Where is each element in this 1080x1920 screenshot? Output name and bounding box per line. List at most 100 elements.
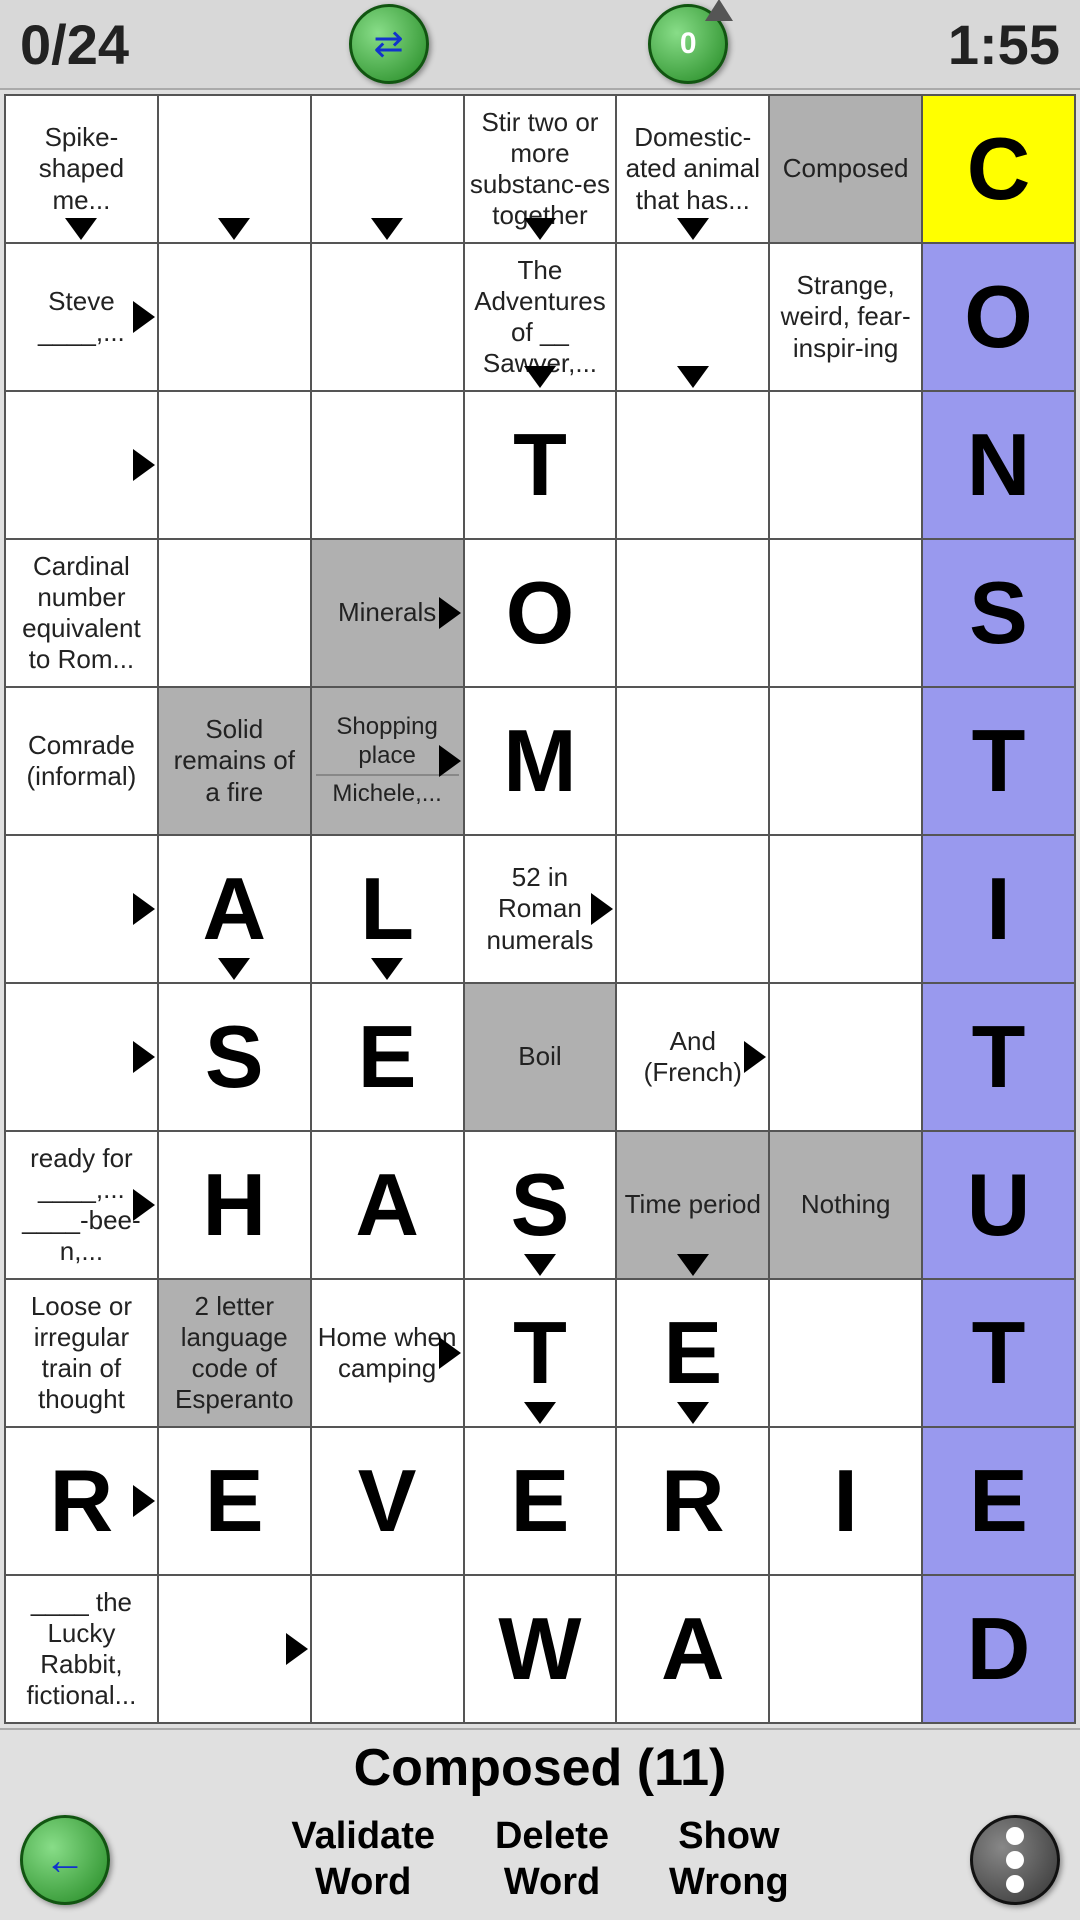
grid-cell[interactable] bbox=[311, 243, 464, 391]
grid-cell[interactable] bbox=[158, 539, 311, 687]
grid-cell[interactable] bbox=[311, 95, 464, 243]
grid-cell[interactable] bbox=[158, 95, 311, 243]
arrow-down-icon bbox=[524, 1254, 556, 1276]
grid-cell[interactable] bbox=[769, 391, 922, 539]
grid-cell[interactable]: S bbox=[464, 1131, 617, 1279]
grid-cell[interactable] bbox=[616, 687, 769, 835]
arrow-down-icon bbox=[677, 218, 709, 240]
grid-cell[interactable]: Loose or irregular train of thought bbox=[5, 1279, 158, 1427]
score-display: 0/24 bbox=[20, 12, 129, 77]
grid-cell[interactable]: Nothing bbox=[769, 1131, 922, 1279]
grid-cell[interactable]: E bbox=[464, 1427, 617, 1575]
grid-cell[interactable] bbox=[616, 539, 769, 687]
grid-cell[interactable] bbox=[311, 391, 464, 539]
arrow-right-icon bbox=[133, 1485, 155, 1517]
grid-cell[interactable]: And (French) bbox=[616, 983, 769, 1131]
grid-cell[interactable] bbox=[5, 835, 158, 983]
arrow-down-icon bbox=[524, 1402, 556, 1424]
footer: ← ValidateWord DeleteWord ShowWrong bbox=[0, 1800, 1080, 1920]
grid-cell[interactable]: Boil bbox=[464, 983, 617, 1131]
grid-cell[interactable] bbox=[616, 391, 769, 539]
grid-cell[interactable]: T bbox=[464, 391, 617, 539]
grid-cell[interactable]: Minerals bbox=[311, 539, 464, 687]
grid-cell[interactable]: 2 letter language code of Esperanto bbox=[158, 1279, 311, 1427]
grid-cell[interactable]: ____ the Lucky Rabbit, fictional... bbox=[5, 1575, 158, 1723]
grid-cell[interactable]: N bbox=[922, 391, 1075, 539]
grid-cell[interactable] bbox=[769, 1279, 922, 1427]
back-button[interactable]: ← bbox=[20, 1815, 110, 1905]
arrow-right-icon bbox=[439, 597, 461, 629]
grid-cell[interactable] bbox=[769, 983, 922, 1131]
grid-cell[interactable]: E bbox=[616, 1279, 769, 1427]
grid-cell[interactable]: Comrade (informal) bbox=[5, 687, 158, 835]
grid-cell[interactable]: Steve ____,... bbox=[5, 243, 158, 391]
grid-cell[interactable]: A bbox=[158, 835, 311, 983]
show-wrong-button[interactable]: ShowWrong bbox=[669, 1814, 789, 1905]
arrow-down-icon bbox=[218, 958, 250, 980]
grid-cell[interactable]: Domestic-ated animal that has... bbox=[616, 95, 769, 243]
grid-cell[interactable]: O bbox=[922, 243, 1075, 391]
grid-cell[interactable] bbox=[616, 835, 769, 983]
grid-cell[interactable]: Time period bbox=[616, 1131, 769, 1279]
arrow-right-icon bbox=[286, 1633, 308, 1665]
grid-cell[interactable] bbox=[158, 391, 311, 539]
grid-cell[interactable]: S bbox=[158, 983, 311, 1131]
grid-cell[interactable]: A bbox=[616, 1575, 769, 1723]
grid-cell[interactable]: C bbox=[922, 95, 1075, 243]
grid-cell[interactable]: ready for ____,... ____-bee-n,... bbox=[5, 1131, 158, 1279]
grid-cell[interactable]: V bbox=[311, 1427, 464, 1575]
grid-cell[interactable] bbox=[769, 1575, 922, 1723]
grid-cell[interactable] bbox=[769, 539, 922, 687]
swap-button[interactable]: ⇄ bbox=[349, 4, 429, 84]
grid-cell[interactable]: Strange, weird, fear-inspir-ing bbox=[769, 243, 922, 391]
grid-cell[interactable]: T bbox=[922, 983, 1075, 1131]
grid-cell[interactable] bbox=[5, 391, 158, 539]
arrow-down-icon bbox=[371, 218, 403, 240]
grid-cell[interactable]: E bbox=[922, 1427, 1075, 1575]
grid-cell[interactable]: Solid remains of a fire bbox=[158, 687, 311, 835]
grid-cell[interactable]: Spike-shaped me... bbox=[5, 95, 158, 243]
grid-cell[interactable]: 52 in Roman numerals bbox=[464, 835, 617, 983]
grid-cell[interactable] bbox=[769, 835, 922, 983]
arrow-down-icon bbox=[65, 218, 97, 240]
grid-cell[interactable]: L bbox=[311, 835, 464, 983]
grid-cell[interactable]: E bbox=[158, 1427, 311, 1575]
grid-cell[interactable]: I bbox=[769, 1427, 922, 1575]
grid-cell[interactable] bbox=[311, 1575, 464, 1723]
grid-cell[interactable]: Shopping placeMichele,... bbox=[311, 687, 464, 835]
grid-cell[interactable]: H bbox=[158, 1131, 311, 1279]
grid-cell[interactable] bbox=[158, 243, 311, 391]
arrow-down-icon bbox=[677, 1254, 709, 1276]
grid-cell[interactable]: I bbox=[922, 835, 1075, 983]
grid-cell[interactable]: Cardinal number equivalent to Rom... bbox=[5, 539, 158, 687]
swap-arrows-icon: ⇄ bbox=[374, 23, 404, 65]
grid-cell[interactable]: A bbox=[311, 1131, 464, 1279]
grid-cell[interactable] bbox=[769, 687, 922, 835]
grid-cell[interactable]: M bbox=[464, 687, 617, 835]
grid-cell[interactable]: E bbox=[311, 983, 464, 1131]
grid-cell[interactable]: R bbox=[5, 1427, 158, 1575]
grid-cell[interactable]: Home when camping bbox=[311, 1279, 464, 1427]
menu-button[interactable] bbox=[970, 1815, 1060, 1905]
arrow-down-icon bbox=[218, 218, 250, 240]
grid-cell[interactable]: D bbox=[922, 1575, 1075, 1723]
grid-cell[interactable]: T bbox=[922, 687, 1075, 835]
grid-cell[interactable]: Composed bbox=[769, 95, 922, 243]
grid-cell[interactable]: T bbox=[922, 1279, 1075, 1427]
delete-word-button[interactable]: DeleteWord bbox=[495, 1814, 609, 1905]
grid-cell[interactable]: T bbox=[464, 1279, 617, 1427]
validate-word-button[interactable]: ValidateWord bbox=[291, 1814, 435, 1905]
grid-cell[interactable]: O bbox=[464, 539, 617, 687]
grid-cell[interactable]: Stir two or more substanc-es together bbox=[464, 95, 617, 243]
triangle-icon bbox=[705, 0, 733, 21]
zero-button[interactable]: 0 bbox=[648, 4, 728, 84]
grid-cell[interactable] bbox=[5, 983, 158, 1131]
grid-cell[interactable]: The Adventures of __ Sawyer,... bbox=[464, 243, 617, 391]
grid-cell[interactable]: W bbox=[464, 1575, 617, 1723]
grid-cell[interactable]: S bbox=[922, 539, 1075, 687]
grid-cell[interactable] bbox=[616, 243, 769, 391]
grid-cell[interactable]: U bbox=[922, 1131, 1075, 1279]
back-arrow-icon: ← bbox=[44, 1836, 86, 1884]
grid-cell[interactable]: R bbox=[616, 1427, 769, 1575]
grid-cell[interactable] bbox=[158, 1575, 311, 1723]
